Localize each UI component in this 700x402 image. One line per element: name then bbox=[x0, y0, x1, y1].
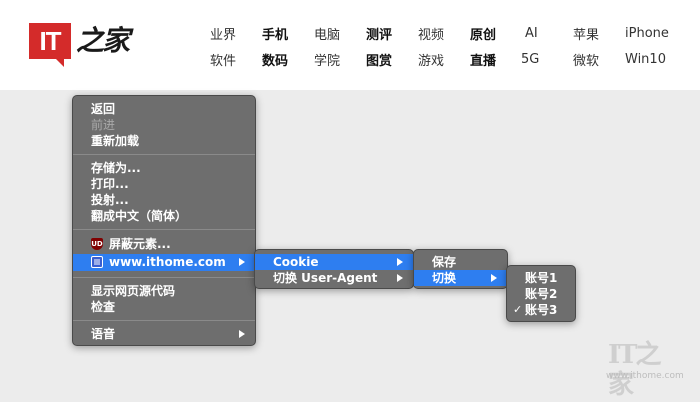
nav-link-video[interactable]: 视频 bbox=[418, 24, 444, 43]
nav-link-industry[interactable]: 业界 bbox=[210, 24, 236, 43]
logo-script: 之家 bbox=[76, 24, 130, 57]
submenu-arrow-icon bbox=[239, 258, 245, 266]
menu-item-view-source[interactable]: 显示网页源代码 bbox=[73, 283, 255, 299]
menu-item-label: 屏蔽元素... bbox=[109, 237, 171, 251]
nav-row-1: 业界 手机 电脑 测评 视频 原创 AI 苹果 iPhone bbox=[200, 23, 680, 43]
menu-item-speech[interactable]: 语音 bbox=[73, 326, 255, 342]
watermark-logo: IT之家 bbox=[608, 340, 662, 400]
menu-item-label: 切换 User-Agent bbox=[273, 271, 378, 285]
site-logo[interactable]: IT bbox=[29, 23, 71, 59]
menu-item-back[interactable]: 返回 bbox=[73, 101, 255, 117]
nav-link-phone[interactable]: 手机 bbox=[262, 24, 288, 43]
nav-link-ai[interactable]: AI bbox=[525, 26, 538, 41]
menu-item-account-2[interactable]: 账号2 bbox=[507, 286, 575, 302]
menu-item-switch-user-agent[interactable]: 切换 User-Agent bbox=[255, 270, 413, 286]
menu-item-cookie[interactable]: Cookie bbox=[255, 254, 413, 270]
nav-link-live[interactable]: 直播 bbox=[470, 50, 496, 69]
nav-link-5g[interactable]: 5G bbox=[521, 52, 539, 67]
menu-item-block-element[interactable]: UD 屏蔽元素... bbox=[73, 236, 255, 252]
menu-item-print[interactable]: 打印... bbox=[73, 176, 255, 192]
submenu-arrow-icon bbox=[239, 330, 245, 338]
menu-separator bbox=[73, 277, 255, 278]
nav-link-academy[interactable]: 学院 bbox=[314, 50, 340, 69]
context-menu: 返回 前进 重新加载 存储为... 打印... 投射... 翻成中文（简体） U… bbox=[72, 95, 256, 346]
nav-link-games[interactable]: 游戏 bbox=[418, 50, 444, 69]
nav-link-gallery[interactable]: 图赏 bbox=[366, 50, 392, 69]
nav-link-digital[interactable]: 数码 bbox=[262, 50, 288, 69]
nav-link-win10[interactable]: Win10 bbox=[625, 52, 666, 67]
menu-separator bbox=[73, 320, 255, 321]
logo-tail-icon bbox=[56, 59, 64, 67]
submenu-arrow-icon bbox=[397, 274, 403, 282]
menu-item-label: 语音 bbox=[91, 327, 116, 341]
nav-link-review[interactable]: 测评 bbox=[366, 24, 392, 43]
site-submenu: Cookie 切换 User-Agent bbox=[254, 249, 414, 289]
menu-item-save-cookie[interactable]: 保存 bbox=[414, 254, 507, 270]
menu-item-switch-cookie[interactable]: 切换 bbox=[414, 270, 507, 286]
cookie-submenu: 保存 切换 bbox=[413, 249, 508, 289]
nav-link-iphone[interactable]: iPhone bbox=[625, 26, 669, 41]
checkmark-icon: ✓ bbox=[513, 303, 523, 316]
menu-item-account-3[interactable]: ✓ 账号3 bbox=[507, 302, 575, 318]
menu-item-translate[interactable]: 翻成中文（简体） bbox=[73, 208, 255, 224]
nav-link-microsoft[interactable]: 微软 bbox=[573, 50, 599, 69]
menu-item-label: www.ithome.com bbox=[109, 255, 226, 269]
menu-item-reload[interactable]: 重新加载 bbox=[73, 133, 255, 149]
menu-item-label: Cookie bbox=[273, 255, 319, 269]
nav-link-software[interactable]: 软件 bbox=[210, 50, 236, 69]
menu-separator bbox=[73, 154, 255, 155]
submenu-arrow-icon bbox=[491, 274, 497, 282]
watermark: IT之家 www.ithome.com bbox=[606, 340, 684, 400]
nav-row-2: 软件 数码 学院 图赏 游戏 直播 5G 微软 Win10 bbox=[200, 49, 680, 69]
nav-link-apple[interactable]: 苹果 bbox=[573, 24, 599, 43]
menu-item-forward: 前进 bbox=[91, 118, 116, 132]
menu-item-save-as[interactable]: 存储为... bbox=[73, 160, 255, 176]
menu-item-site-extension[interactable]: www.ithome.com bbox=[73, 254, 255, 271]
account-submenu: 账号1 账号2 ✓ 账号3 bbox=[506, 265, 576, 322]
nav-link-pc[interactable]: 电脑 bbox=[314, 24, 340, 43]
menu-item-account-1[interactable]: 账号1 bbox=[507, 270, 575, 286]
watermark-url: www.ithome.com bbox=[606, 371, 684, 381]
menu-item-cast[interactable]: 投射... bbox=[73, 192, 255, 208]
menu-separator bbox=[73, 229, 255, 230]
site-header: IT 之家 业界 手机 电脑 测评 视频 原创 AI 苹果 iPhone 软件 … bbox=[0, 0, 700, 90]
submenu-arrow-icon bbox=[397, 258, 403, 266]
menu-item-label: 账号3 bbox=[525, 303, 558, 317]
menu-item-inspect[interactable]: 检查 bbox=[73, 299, 255, 315]
menu-item-label: 切换 bbox=[432, 271, 457, 285]
ublock-icon: UD bbox=[91, 238, 103, 250]
extension-icon bbox=[91, 256, 103, 268]
nav-link-original[interactable]: 原创 bbox=[470, 24, 496, 43]
